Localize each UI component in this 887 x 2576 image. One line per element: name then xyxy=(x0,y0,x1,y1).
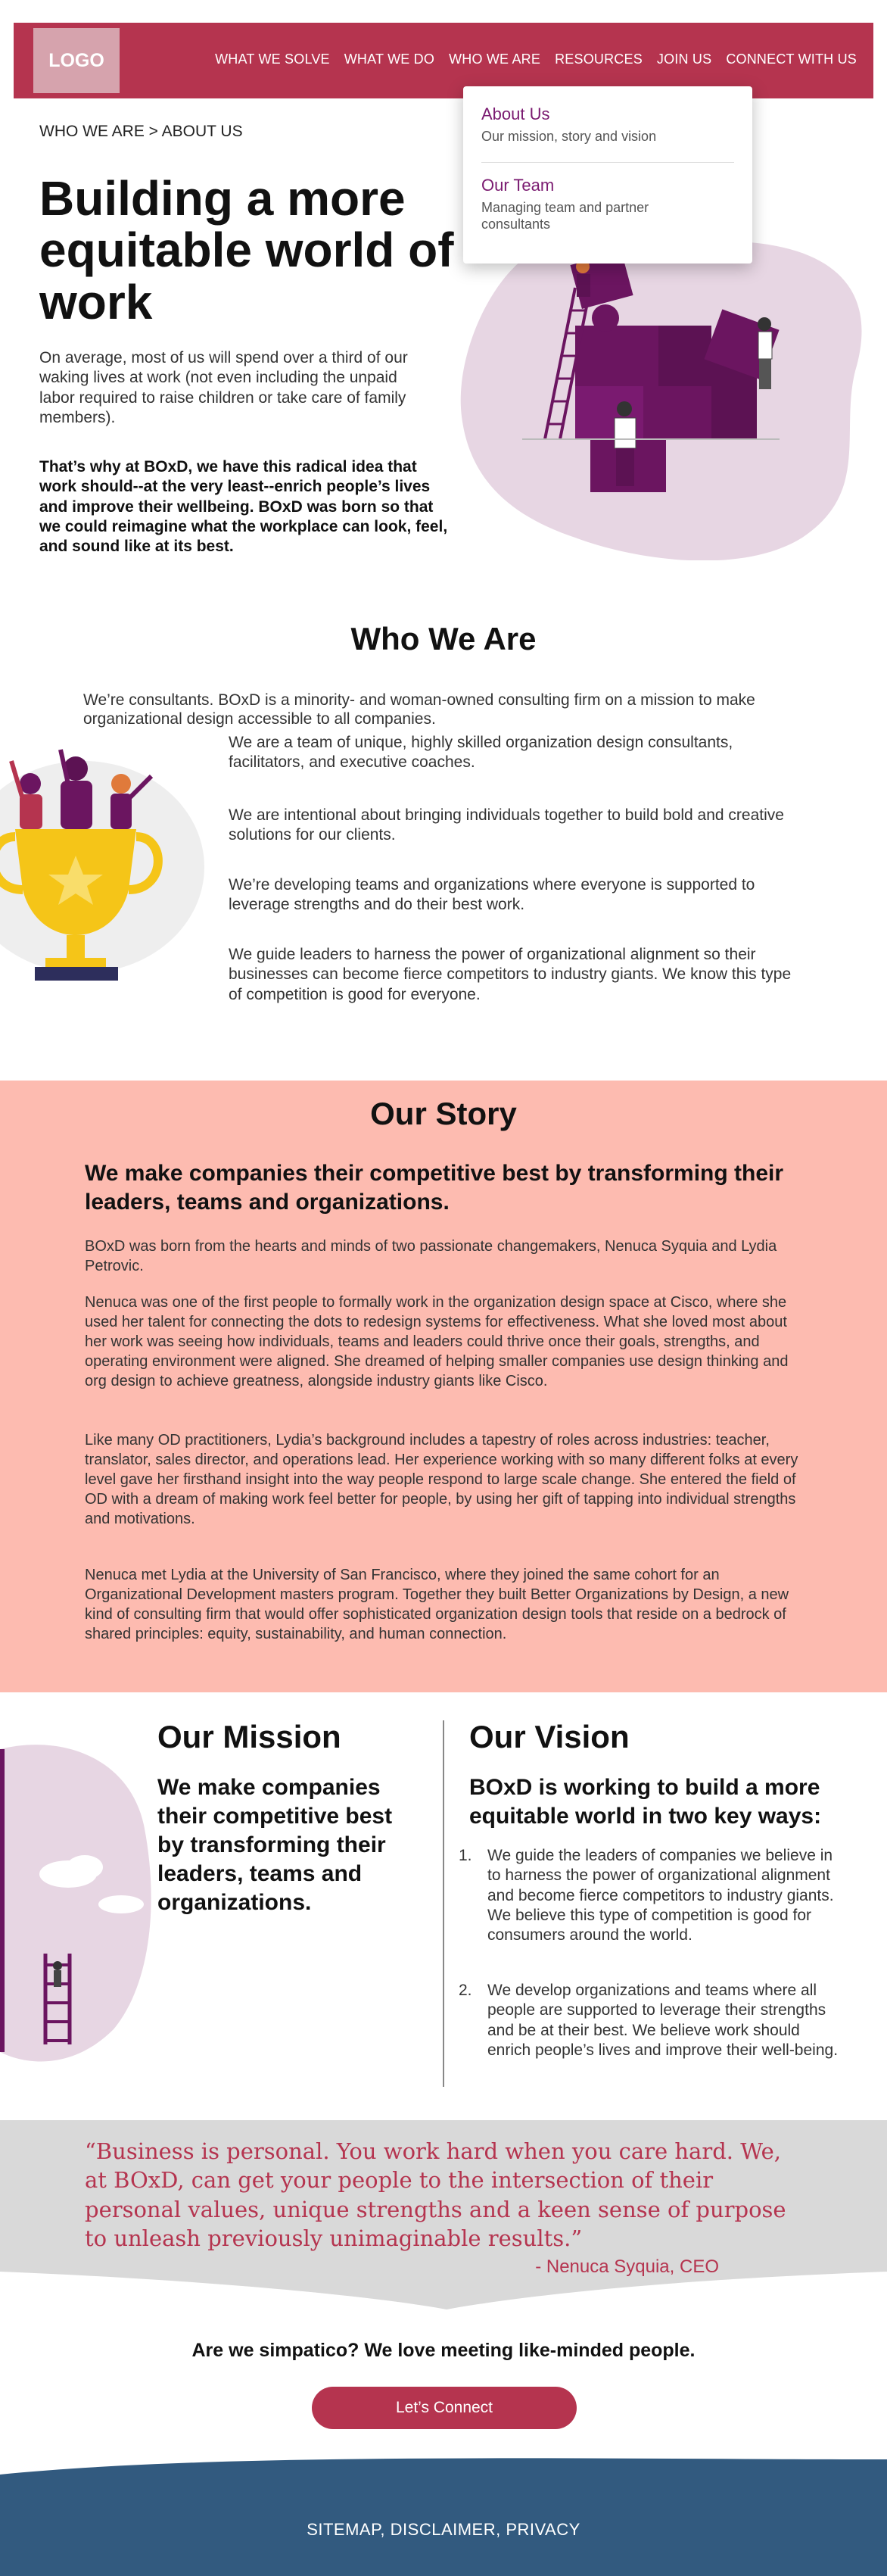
ceo-quote: “Business is personal. You work hard whe… xyxy=(85,2138,786,2251)
lets-connect-button[interactable]: Let’s Connect xyxy=(312,2387,577,2429)
dropdown-item-desc: Our mission, story and vision xyxy=(481,129,657,144)
vision-list-text: We guide the leaders of companies we bel… xyxy=(487,1847,834,1944)
logo[interactable]: LOGO xyxy=(33,28,120,93)
who-we-are-paragraph: We’re developing teams and organizations… xyxy=(229,876,755,914)
who-we-are-paragraph: We are a team of unique, highly skilled … xyxy=(229,734,733,772)
dropdown-item-about-us[interactable]: About Us Our mission, story and vision xyxy=(481,104,708,145)
mission-ladder-illustration xyxy=(0,1745,151,2062)
page-title: Building a more equitable world of work xyxy=(39,171,454,329)
who-we-are-paragraph: We guide leaders to harness the power of… xyxy=(229,946,792,1003)
nav-what-we-solve[interactable]: WHAT WE SOLVE xyxy=(215,51,330,67)
who-we-are-intro: We’re consultants. BOxD is a minority- a… xyxy=(83,691,755,728)
who-we-are-title: Who We Are xyxy=(350,621,537,656)
who-we-are-dropdown: About Us Our mission, story and vision O… xyxy=(463,86,752,264)
our-mission-title: Our Mission xyxy=(157,1719,341,1754)
footer-links[interactable]: SITEMAP, DISCLAIMER, PRIVACY xyxy=(0,2520,887,2540)
our-story-subtitle: We make companies their competitive best… xyxy=(85,1161,784,1215)
nav-connect-with-us[interactable]: CONNECT WITH US xyxy=(726,51,857,67)
trophy-illustration xyxy=(0,749,204,981)
nav-resources[interactable]: RESOURCES xyxy=(555,51,643,67)
cta-text: Are we simpatico? We love meeting like-m… xyxy=(191,2340,696,2361)
nav-who-we-are[interactable]: WHO WE ARE xyxy=(449,51,540,67)
vision-list-item: 1. We guide the leaders of companies we … xyxy=(459,1846,845,1945)
vision-list-number: 2. xyxy=(459,1982,472,1999)
mission-vision-divider xyxy=(443,1720,444,2087)
our-story-title: Our Story xyxy=(370,1096,517,1131)
vision-list-text: We develop organizations and teams where… xyxy=(487,1982,839,2059)
vision-list-number: 1. xyxy=(459,1847,472,1864)
dropdown-item-our-team[interactable]: Our Team Managing team and partner consu… xyxy=(481,176,708,232)
dropdown-item-title[interactable]: About Us xyxy=(481,104,708,124)
our-mission-text: We make companies their competitive best… xyxy=(157,1775,393,1916)
breadcrumb: WHO WE ARE > ABOUT US xyxy=(39,123,243,140)
our-story-paragraph: Nenuca was one of the first people to fo… xyxy=(85,1294,789,1389)
our-story-paragraph: Like many OD practitioners, Lydia’s back… xyxy=(85,1432,798,1527)
our-story-paragraph: Nenuca met Lydia at the University of Sa… xyxy=(85,1567,789,1642)
our-story-section: Our Story We make companies their compet… xyxy=(0,1081,887,1692)
dropdown-item-title[interactable]: Our Team xyxy=(481,176,708,195)
nav-what-we-do[interactable]: WHAT WE DO xyxy=(344,51,434,67)
dropdown-divider xyxy=(481,162,734,163)
our-vision-title: Our Vision xyxy=(469,1719,630,1754)
dropdown-item-desc: Managing team and partner consultants xyxy=(481,200,649,232)
main-nav: WHAT WE SOLVE WHAT WE DO WHO WE ARE RESO… xyxy=(215,51,857,67)
nav-join-us[interactable]: JOIN US xyxy=(657,51,711,67)
hero-paragraph-bold: That’s why at BOxD, we have this radical… xyxy=(39,458,448,555)
footer-background xyxy=(0,2458,887,2576)
page: LOGO WHAT WE SOLVE WHAT WE DO WHO WE ARE… xyxy=(0,0,887,2576)
who-we-are-paragraph: We are intentional about bringing indivi… xyxy=(229,806,784,844)
our-vision-subtitle: BOxD is working to build a more equitabl… xyxy=(469,1775,822,1829)
our-story-paragraph: BOxD was born from the hearts and minds … xyxy=(85,1238,777,1274)
hero-paragraph: On average, most of us will spend over a… xyxy=(39,349,408,426)
vision-list-item: 2. We develop organizations and teams wh… xyxy=(459,1981,845,2060)
quote-author: - Nenuca Syquia, CEO xyxy=(535,2256,719,2277)
